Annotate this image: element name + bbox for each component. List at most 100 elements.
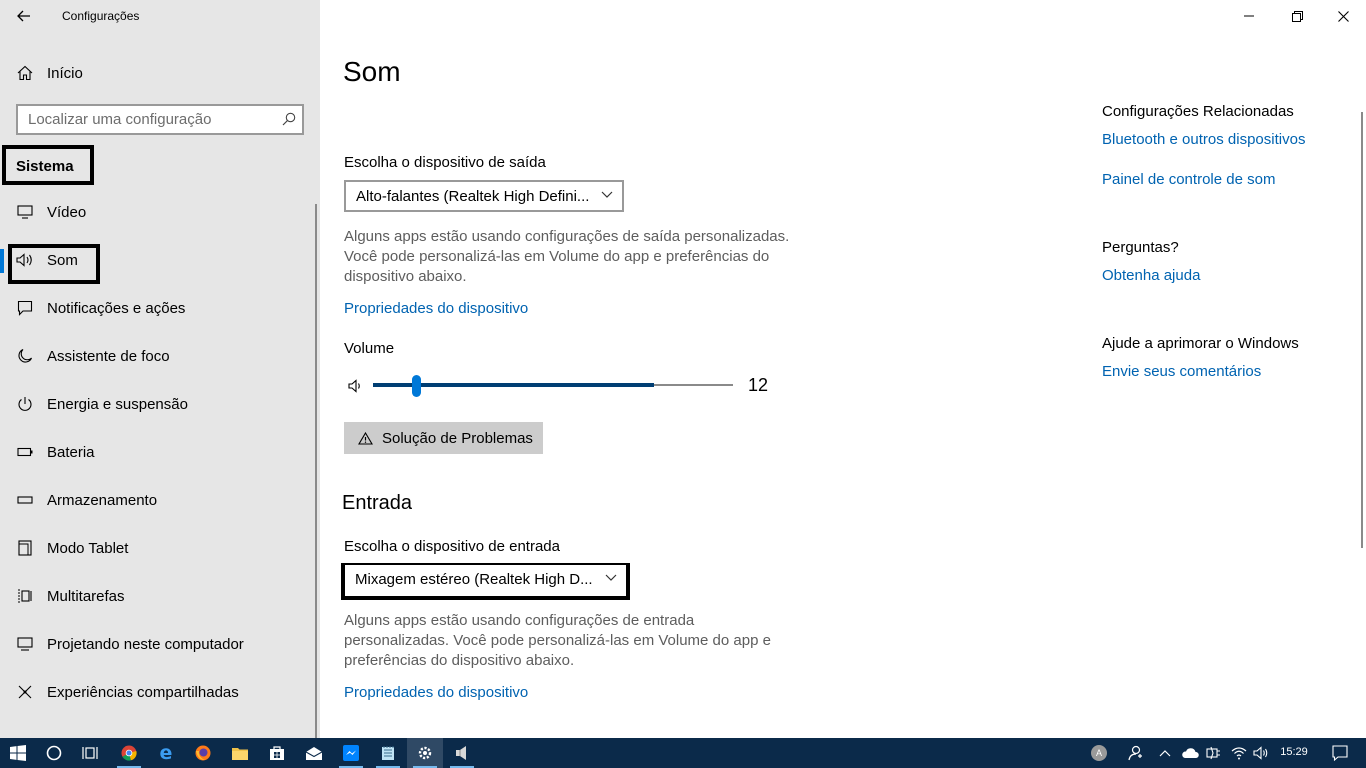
taskbar-app-volume[interactable] <box>444 738 480 768</box>
speaker-mute-toggle-icon[interactable] <box>348 379 364 393</box>
scrollbar[interactable] <box>1361 112 1363 548</box>
send-feedback-link[interactable]: Envie seus comentários <box>1102 363 1261 380</box>
mail-icon <box>306 747 322 760</box>
task-view-button[interactable] <box>72 738 108 768</box>
taskbar-app-mail[interactable] <box>296 738 332 768</box>
people-icon <box>1128 745 1142 761</box>
get-help-link[interactable]: Obtenha ajuda <box>1102 267 1200 284</box>
back-button[interactable] <box>8 4 40 28</box>
taskbar-app-notepad[interactable] <box>370 738 406 768</box>
sidebar-item-label: Multitarefas <box>47 587 125 605</box>
edge-icon: e <box>159 742 173 764</box>
tray-show-hidden[interactable] <box>1154 738 1176 768</box>
sidebar-item-storage[interactable]: Armazenamento <box>0 478 320 522</box>
bluetooth-devices-link[interactable]: Bluetooth e outros dispositivos <box>1102 131 1305 148</box>
task-view-icon <box>82 747 98 759</box>
start-button[interactable] <box>0 738 36 768</box>
highlight-frame <box>8 244 100 284</box>
tray-network[interactable] <box>1228 738 1250 768</box>
sidebar-item-label: Armazenamento <box>47 491 158 509</box>
back-arrow-icon <box>17 10 30 22</box>
sidebar-item-label: Experiências compartilhadas <box>47 683 239 701</box>
input-device-properties-link[interactable]: Propriedades do dispositivo <box>344 684 528 701</box>
page-title: Som <box>343 56 401 87</box>
chevron-down-icon <box>605 574 617 581</box>
clock[interactable]: 15:29 <box>1272 746 1316 758</box>
speaker-icon <box>1253 746 1268 760</box>
sidebar-item-video[interactable]: Vídeo <box>0 190 320 234</box>
notification-icon <box>16 299 34 317</box>
sidebar-item-label: Assistente de foco <box>47 347 170 365</box>
taskbar-app-file-explorer[interactable] <box>222 738 258 768</box>
taskbar-app-edge[interactable]: e <box>148 738 184 768</box>
moon-icon <box>16 347 34 365</box>
monitor-icon <box>16 203 34 221</box>
notepad-icon <box>382 746 394 760</box>
minimize-icon <box>1244 15 1254 17</box>
store-icon <box>270 746 284 760</box>
input-device-label: Escolha o dispositivo de entrada <box>344 538 560 555</box>
output-device-label: Escolha o dispositivo de saída <box>344 154 546 171</box>
settings-icon <box>418 746 432 760</box>
account-badge-letter: A <box>1095 748 1102 758</box>
chrome-icon <box>121 745 137 761</box>
close-icon <box>1337 10 1349 22</box>
chevron-up-icon <box>1159 750 1171 757</box>
sidebar-item-battery[interactable]: Bateria <box>0 430 320 474</box>
title-bar: Configurações <box>0 0 320 32</box>
taskbar-app-settings[interactable] <box>407 738 443 768</box>
sidebar-item-label: Bateria <box>47 443 95 461</box>
search-box[interactable] <box>16 104 304 135</box>
taskbar-app-chrome[interactable] <box>111 738 147 768</box>
taskbar: e A 15:29 <box>0 738 1366 768</box>
minimize-button[interactable] <box>1226 0 1272 32</box>
sidebar-item-projecting[interactable]: Projetando neste computador <box>0 622 320 666</box>
action-center-button[interactable] <box>1322 738 1358 768</box>
cloud-icon <box>1182 748 1199 758</box>
navigation-pane: Configurações Início Sistema Vídeo Som N… <box>0 0 320 738</box>
home-icon <box>16 64 34 82</box>
search-icon[interactable] <box>282 112 296 126</box>
improve-windows-heading: Ajude a aprimorar o Windows <box>1102 335 1299 352</box>
tray-volume[interactable] <box>1250 738 1272 768</box>
project-icon <box>16 635 34 653</box>
taskbar-app-store[interactable] <box>259 738 295 768</box>
sidebar-item-notifications[interactable]: Notificações e ações <box>0 286 320 330</box>
restore-button[interactable] <box>1274 0 1320 32</box>
messenger-icon <box>343 745 359 761</box>
sidebar-item-power[interactable]: Energia e suspensão <box>0 382 320 426</box>
troubleshoot-button[interactable]: Solução de Problemas <box>344 422 543 454</box>
output-device-value: Alto-falantes (Realtek High Defini... <box>356 188 590 205</box>
search-input[interactable] <box>18 106 268 133</box>
sidebar-item-multitasking[interactable]: Multitarefas <box>0 574 320 618</box>
taskbar-app-firefox[interactable] <box>185 738 221 768</box>
scrollbar[interactable] <box>315 204 317 738</box>
tablet-icon <box>16 539 34 557</box>
sidebar-item-shared-experiences[interactable]: Experiências compartilhadas <box>0 670 320 714</box>
tray-onedrive[interactable] <box>1178 738 1202 768</box>
sidebar-item-tablet-mode[interactable]: Modo Tablet <box>0 526 320 570</box>
tray-people[interactable] <box>1118 738 1152 768</box>
sound-control-panel-link[interactable]: Painel de controle de som <box>1102 171 1275 188</box>
home-label: Início <box>47 64 83 82</box>
sidebar-item-focus-assist[interactable]: Assistente de foco <box>0 334 320 378</box>
taskbar-app-messenger[interactable] <box>333 738 369 768</box>
volume-slider[interactable] <box>373 370 733 402</box>
questions-heading: Perguntas? <box>1102 239 1179 256</box>
multitask-icon <box>16 587 34 605</box>
input-device-dropdown[interactable]: Mixagem estéreo (Realtek High D... <box>345 565 626 595</box>
slider-thumb[interactable] <box>412 375 422 397</box>
output-device-dropdown[interactable]: Alto-falantes (Realtek High Defini... <box>344 180 624 212</box>
output-note: Alguns apps estão usando configurações d… <box>344 228 790 285</box>
troubleshoot-label: Solução de Problemas <box>382 429 533 447</box>
volume-control: 12 <box>343 370 783 402</box>
tray-power[interactable] <box>1203 738 1225 768</box>
cortana-button[interactable] <box>36 738 72 768</box>
nav-home[interactable]: Início <box>0 56 320 90</box>
close-button[interactable] <box>1320 0 1366 32</box>
related-settings-heading: Configurações Relacionadas <box>1102 103 1294 120</box>
output-device-properties-link[interactable]: Propriedades do dispositivo <box>344 300 528 317</box>
sidebar-item-label: Notificações e ações <box>47 299 186 317</box>
chevron-down-icon <box>601 191 613 198</box>
tray-account[interactable]: A <box>1082 738 1116 768</box>
